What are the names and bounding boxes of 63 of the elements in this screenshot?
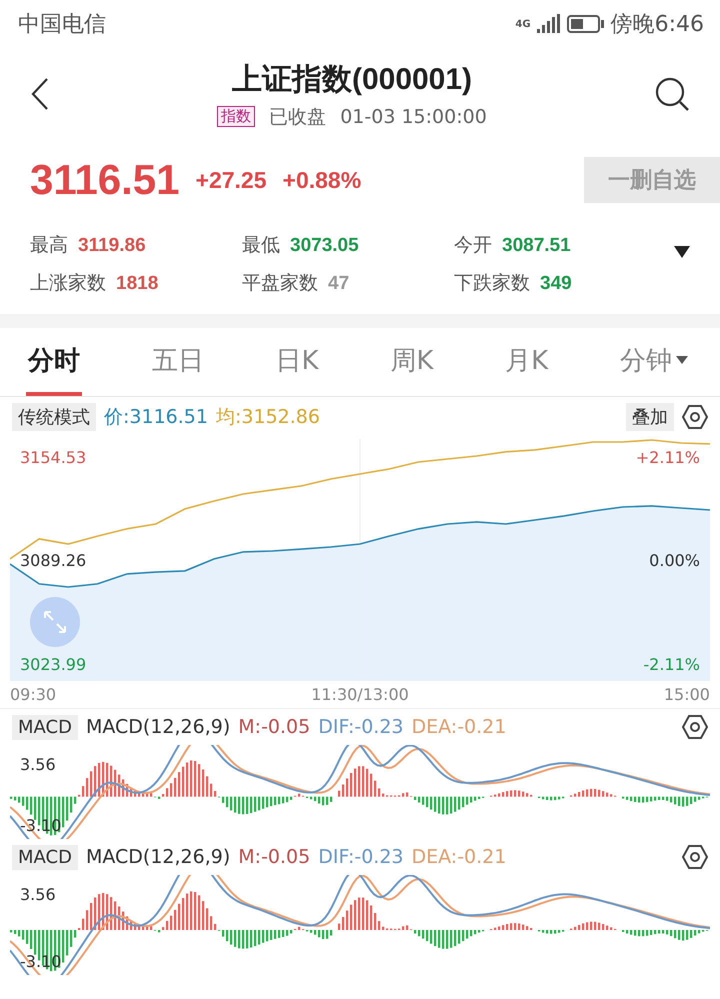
stat-label: 今开: [454, 233, 492, 258]
search-icon[interactable]: [654, 76, 690, 112]
last-price: 3116.51: [30, 156, 180, 204]
chart-tab[interactable]: 五日: [150, 328, 206, 396]
axis-label: 3.56: [20, 885, 57, 904]
overlay-button[interactable]: 叠加: [626, 403, 674, 431]
time-label: 11:30/13:00: [311, 685, 409, 704]
caret-icon[interactable]: [676, 356, 688, 364]
network-label: 4G: [515, 18, 531, 30]
page-title: 上证指数(000001): [232, 62, 472, 98]
percent-change: +0.88%: [282, 166, 362, 194]
battery-icon: [566, 14, 605, 34]
price-change: +27.25: [196, 166, 267, 194]
time-label: 15:00: [664, 685, 710, 704]
mode-button[interactable]: 传统模式: [12, 403, 96, 431]
axis-label: 3089.26: [20, 551, 86, 570]
chart-tab[interactable]: 分钟: [618, 328, 690, 396]
stat-label: 平盘家数: [242, 271, 318, 296]
average-legend: 均:3152.86: [216, 404, 320, 430]
macd-value: M:-0.05: [238, 846, 310, 868]
axis-label: -2.11%: [643, 654, 700, 674]
stat-label: 最高: [30, 233, 68, 258]
market-state: 已收盘: [269, 104, 326, 130]
stat-label: 最低: [242, 233, 280, 258]
stat-value: 3119.86: [78, 235, 146, 257]
indicator-name: MACD(12,26,9): [86, 846, 230, 868]
chart-tab[interactable]: 周K: [388, 328, 436, 396]
axis-label: 3023.99: [20, 654, 86, 674]
indicator-name: MACD(12,26,9): [86, 716, 230, 738]
axis-label: +2.11%: [636, 448, 700, 467]
macd-value: M:-0.05: [238, 716, 310, 738]
dif-value: DIF:-0.23: [318, 846, 404, 868]
dea-value: DEA:-0.21: [412, 716, 506, 738]
settings-icon[interactable]: [682, 844, 708, 870]
settings-icon[interactable]: [682, 714, 708, 740]
indicator-button[interactable]: MACD: [12, 714, 78, 740]
expand-triangle-icon[interactable]: [674, 246, 690, 258]
stat-label: 下跌家数: [454, 271, 530, 296]
chart-tab[interactable]: 分时: [26, 328, 82, 396]
dea-value: DEA:-0.21: [412, 846, 506, 868]
settings-icon[interactable]: [682, 404, 708, 430]
dif-value: DIF:-0.23: [318, 716, 404, 738]
chart-tab[interactable]: 日K: [274, 328, 321, 396]
chart-tab[interactable]: 月K: [503, 328, 550, 396]
stat-value: 349: [540, 273, 572, 295]
axis-label: 3154.53: [20, 448, 86, 467]
back-icon[interactable]: [30, 77, 50, 111]
carrier-name: 中国电信: [18, 11, 106, 39]
axis-label: 0.00%: [649, 551, 700, 570]
stat-value: 3073.05: [290, 235, 359, 257]
time-label: 09:30: [10, 685, 56, 704]
quote-time: 01-03 15:00:00: [340, 106, 487, 128]
signal-icon: [536, 14, 561, 34]
price-legend: 价:3116.51: [104, 404, 208, 430]
stat-value: 3087.51: [502, 235, 571, 257]
stat-value: 47: [328, 273, 350, 295]
index-tag: 指数: [217, 106, 256, 127]
status-time: 傍晚6:46: [610, 11, 704, 39]
stat-label: 上涨家数: [30, 271, 106, 296]
axis-label: 3.56: [20, 755, 57, 774]
remove-watchlist-button[interactable]: 一删自选: [584, 157, 720, 203]
indicator-button[interactable]: MACD: [12, 844, 78, 870]
stat-value: 1818: [116, 273, 158, 295]
